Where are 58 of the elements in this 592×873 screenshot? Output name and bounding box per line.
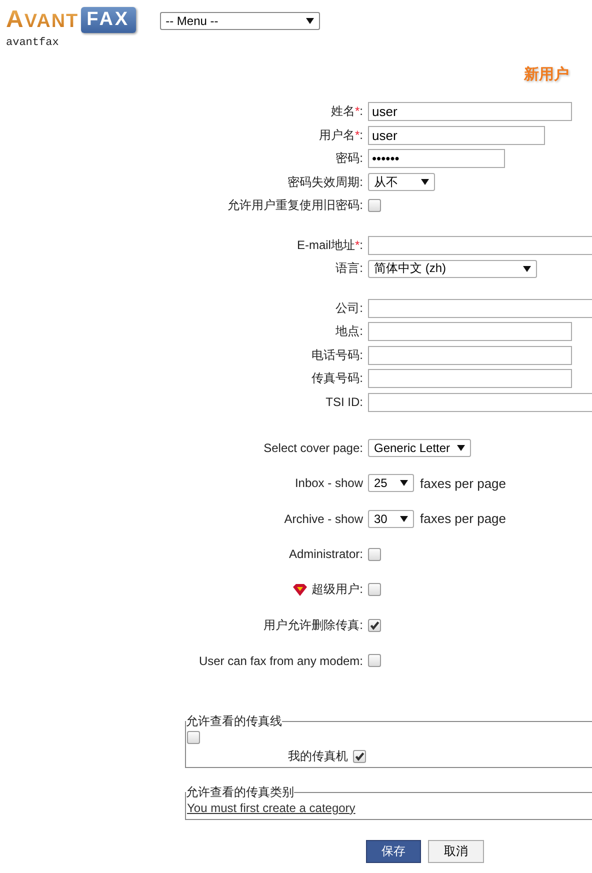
fax-line-label: 我的传真机: [288, 748, 348, 765]
text-field[interactable]: user: [368, 102, 572, 122]
text-field[interactable]: [368, 369, 572, 388]
field-label: 传真号码:: [312, 370, 363, 388]
field-label: E-mail地址*:: [296, 236, 363, 254]
field-label: Select cover page:: [264, 440, 363, 455]
checkbox[interactable]: [368, 654, 381, 668]
avantfax-logo: AVANT FAX: [6, 5, 136, 35]
menu-dropdown[interactable]: -- Menu --: [160, 12, 320, 30]
field-label: 电话号码:: [312, 346, 363, 364]
field-label: Inbox - show: [294, 476, 363, 490]
field-label: User can fax from any modem:: [198, 654, 363, 668]
field-label: 用户名*:: [318, 126, 363, 144]
field-label: 超级用户:: [312, 581, 363, 598]
select-dropdown[interactable]: Generic Letter: [368, 438, 471, 457]
text-field[interactable]: [368, 298, 592, 318]
text-field[interactable]: [368, 392, 592, 412]
field-label: TSI ID:: [326, 395, 363, 410]
save-button[interactable]: 保存: [366, 840, 421, 863]
checkbox[interactable]: [368, 199, 381, 212]
field-label: 允许用户重复使用旧密码:: [228, 197, 363, 214]
caret-icon: [523, 264, 531, 273]
field-label: 语言:: [336, 260, 363, 278]
suffix-text: faxes per page: [420, 476, 506, 491]
field-label: 用户允许删除传真:: [264, 616, 363, 634]
select-dropdown[interactable]: 简体中文 (zh): [368, 260, 537, 278]
select-dropdown[interactable]: 30: [368, 510, 414, 528]
field-label: Archive - show: [284, 512, 363, 526]
fieldset-legend: 允许查看的传真线: [186, 712, 282, 730]
caret-icon: [421, 178, 429, 186]
text-field[interactable]: [368, 322, 572, 342]
field-label: 密码失效周期:: [288, 174, 363, 191]
field-label: Administrator:: [288, 547, 363, 562]
create-category-link[interactable]: You must first create a category: [187, 800, 356, 815]
text-field[interactable]: user: [368, 126, 545, 145]
text-field[interactable]: ••••••: [368, 149, 505, 168]
cancel-button[interactable]: 取消: [428, 840, 484, 863]
caret-icon: [457, 444, 465, 452]
select-dropdown[interactable]: 25: [368, 474, 414, 492]
checkbox[interactable]: [353, 750, 366, 763]
fieldset-legend: 允许查看的传真类别: [186, 784, 294, 801]
checkbox[interactable]: [368, 583, 381, 596]
caret-icon: [306, 17, 314, 25]
field-label: 地点:: [336, 323, 363, 340]
field-label: 姓名*:: [330, 103, 363, 120]
text-field[interactable]: [368, 236, 592, 255]
checkbox[interactable]: [187, 730, 200, 744]
caret-icon: [400, 479, 408, 488]
field-label: 密码:: [336, 150, 363, 168]
suffix-text: faxes per page: [420, 511, 506, 526]
field-label: 公司:: [336, 300, 363, 317]
caret-icon: [400, 514, 408, 523]
username-text: avantfax: [6, 37, 60, 49]
text-field[interactable]: [368, 346, 572, 365]
checkbox[interactable]: [368, 618, 381, 632]
page-title: 新用户: [524, 65, 569, 84]
checkbox[interactable]: [368, 548, 381, 561]
select-dropdown[interactable]: 从不: [368, 173, 435, 192]
